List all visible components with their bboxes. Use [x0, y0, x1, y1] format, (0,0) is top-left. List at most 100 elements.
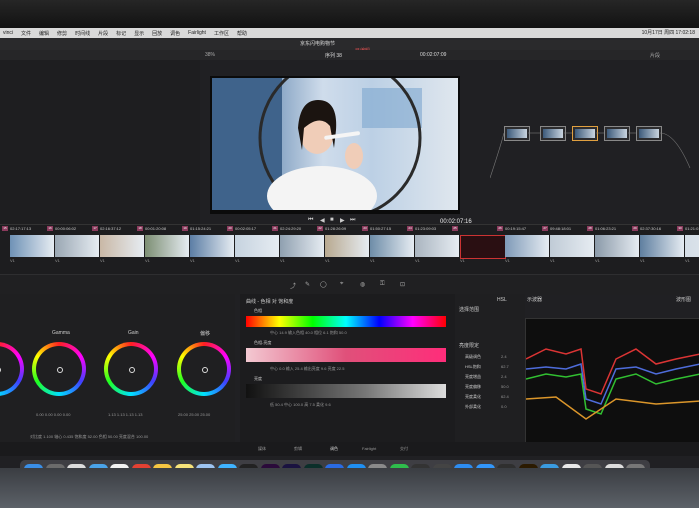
timeline-clip[interactable]: 16 00:00:06:02 V1 — [47, 226, 99, 265]
tracker-icon[interactable]: ⌖ — [340, 281, 343, 288]
key-icon[interactable]: ⚿ — [380, 281, 385, 288]
curve-row-label: 色相-亮度 — [254, 340, 272, 345]
qualifier-param-value[interactable]: 2.4 — [501, 354, 507, 359]
tab-color[interactable]: 调色 — [330, 446, 338, 452]
qualifier-param-value[interactable]: 0.0 — [501, 404, 507, 409]
clip-timecode: 01:28:26:09 — [325, 226, 347, 231]
lift-wheel[interactable] — [0, 342, 24, 396]
clip-track-label: V1 — [55, 258, 60, 263]
play-reverse-icon[interactable]: ◀ — [320, 217, 325, 224]
timeline-clip[interactable]: 15 02:17:17:13 V1 — [2, 226, 54, 265]
timeline-clip[interactable]: 27 09:48:18:01 V1 — [542, 226, 594, 265]
timeline-clip[interactable]: 24 01:23:09:03 V1 — [407, 226, 459, 265]
sizing-icon[interactable]: ⊡ — [400, 281, 405, 288]
clip-number-badge: 18 — [137, 226, 143, 231]
clip-thumbnail — [460, 235, 506, 259]
timeline-clip[interactable]: 18 00:01:20:08 V1 — [137, 226, 189, 265]
timeline-clip[interactable]: 20 00:02:05:17 V1 — [227, 226, 279, 265]
menu-item[interactable]: 工作区 — [214, 30, 229, 37]
tab-deliver[interactable]: 交付 — [400, 446, 408, 452]
qualifier-param-value[interactable]: 50.0 — [501, 384, 509, 389]
timeline-clip[interactable]: 23 01:50:27:15 V1 — [362, 226, 414, 265]
menu-item[interactable]: 标记 — [116, 30, 126, 37]
page-tabs: 媒体 剪辑 调色 Fairlight 交付 — [0, 442, 699, 456]
qualifier-param-label: 亮度柔化 — [465, 394, 481, 399]
menu-item[interactable]: 编辑 — [39, 30, 49, 37]
menu-item[interactable]: Fairlight — [188, 30, 206, 36]
menu-item[interactable]: 帮助 — [237, 30, 247, 37]
menu-item[interactable]: 修剪 — [57, 30, 67, 37]
qualifier-mode[interactable]: HSL — [497, 297, 507, 303]
tab-media[interactable]: 媒体 — [258, 446, 266, 452]
mac-menubar: vinci 文件 编辑 修剪 时间线 片段 标记 显示 回放 调色 Fairli… — [0, 28, 699, 38]
lum-strip[interactable] — [246, 384, 446, 398]
zoom-readout[interactable]: 38% — [205, 52, 215, 58]
menu-item[interactable]: 显示 — [134, 30, 144, 37]
qualifier-param-value[interactable]: 62.4 — [501, 394, 509, 399]
clip-timeline: 15 02:17:17:13 V1 16 00:00:06:02 V1 17 02:16:37… — [0, 224, 699, 275]
clip-thumbnail — [145, 235, 189, 257]
wheel-values: 25.00 25.00 25.00 — [178, 412, 211, 417]
clip-thumbnail — [235, 235, 279, 257]
qualifier-param-value[interactable]: 2.4 — [501, 374, 507, 379]
room-background-bottom — [0, 468, 699, 508]
hue-lum-strip[interactable] — [246, 348, 446, 362]
play-icon[interactable]: ▶ — [340, 217, 345, 224]
clip-timecode: 01:23:09:03 — [415, 226, 437, 231]
menu-item[interactable]: 片段 — [98, 30, 108, 37]
clip-track-label: V1 — [415, 258, 420, 263]
clip-track-label: V1 — [505, 258, 510, 263]
tab-edit[interactable]: 剪辑 — [294, 446, 302, 452]
timeline-clip[interactable]: 26 00:19:15:47 V1 — [497, 226, 549, 265]
mode-label[interactable]: 片段 — [650, 52, 660, 59]
menu-item[interactable]: 调色 — [170, 30, 180, 37]
blur-icon[interactable]: ◍ — [360, 281, 365, 288]
menu-item[interactable]: vinci — [3, 30, 13, 36]
stop-icon[interactable]: ■ — [330, 217, 334, 223]
clip-track-label: V1 — [280, 258, 285, 263]
gamma-wheel[interactable] — [32, 342, 86, 396]
clip-number-badge: 26 — [497, 226, 503, 231]
window-icon[interactable]: ◯ — [320, 281, 327, 288]
clip-timecode: 01:50:27:15 — [370, 226, 392, 231]
clip-number-badge: 17 — [92, 226, 98, 231]
curve-row-values: 低 50.4 中心 100.0 高 7.5 柔化 9.6 — [270, 402, 331, 407]
wheel-values: 1.13 1.13 1.13 1.13 — [108, 412, 143, 417]
menu-item[interactable]: 时间线 — [75, 30, 90, 37]
curve-tool-icon[interactable]: ⤴ — [290, 281, 296, 290]
menu-item[interactable]: 回放 — [152, 30, 162, 37]
clip-timecode: 02:37:30:16 — [640, 226, 662, 231]
clip-timecode: 01:06:23:21 — [595, 226, 617, 231]
timeline-clip[interactable]: 3001:21:01:15 V1 — [677, 226, 699, 265]
wheel-values: 0.00 0.00 0.00 0.00 — [36, 412, 71, 417]
timeline-clip[interactable]: 22 01:28:26:09 V1 — [317, 226, 369, 265]
clip-thumbnail — [10, 235, 54, 257]
clip-number-badge: 22 — [317, 226, 323, 231]
clip-number-badge: 20 — [227, 226, 233, 231]
menu-item[interactable]: 文件 — [21, 30, 31, 37]
timeline-clip[interactable]: 21 02:24:29:20 V1 — [272, 226, 324, 265]
qualifier-param-value[interactable]: 62.7 — [501, 364, 509, 369]
picker-icon[interactable]: ✎ — [305, 281, 310, 288]
scope-mode[interactable]: 波形图 — [676, 296, 691, 303]
tab-fairlight[interactable]: Fairlight — [362, 446, 376, 451]
hue-strip[interactable] — [246, 316, 446, 327]
clip-track-label: V1 — [10, 258, 15, 263]
skip-forward-icon[interactable]: ⏭ — [350, 217, 355, 224]
clip-track-label: V1 — [640, 258, 645, 263]
qualifier-param-label: HSL饱和 — [465, 364, 481, 369]
timeline-clip[interactable]: 19 01:15:24:21 V1 — [182, 226, 234, 265]
timeline-clip[interactable]: 29 02:37:30:16 V1 — [632, 226, 684, 265]
skip-back-icon[interactable]: ⏮ — [308, 217, 313, 224]
clip-thumbnail — [280, 235, 324, 257]
timeline-clip[interactable]: 25 V1 — [452, 226, 506, 265]
offset-wheel[interactable] — [177, 342, 231, 396]
timeline-clip[interactable]: 17 02:16:37:12 V1 — [92, 226, 144, 265]
clip-timecode: 02:24:29:20 — [280, 226, 302, 231]
clip-thumbnail — [190, 235, 234, 257]
room-background-top — [0, 0, 699, 28]
clip-thumbnail — [325, 235, 369, 257]
timeline-clip[interactable]: 28 01:06:23:21 V1 — [587, 226, 639, 265]
clip-timecode: 01:21:01:15 — [685, 226, 699, 231]
gain-wheel[interactable] — [104, 342, 158, 396]
